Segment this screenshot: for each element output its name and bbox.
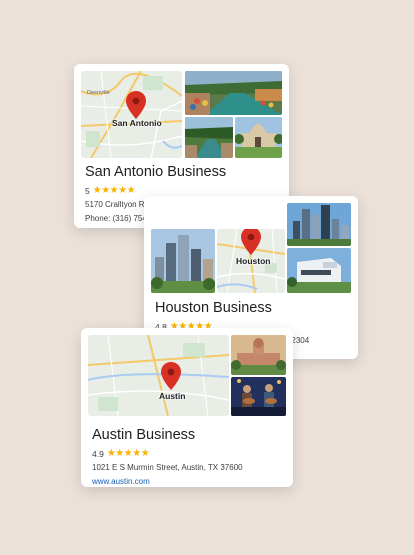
business-name[interactable]: San Antonio Business [85, 164, 289, 180]
musicians-image [231, 377, 286, 416]
business-name[interactable]: Austin Business [92, 427, 293, 443]
business-info: Austin Business 4.9 ★★★★★ 1021 E S Murmi… [92, 427, 293, 486]
towers-image [287, 203, 351, 246]
photo-river[interactable] [185, 117, 233, 158]
capitol-image [231, 335, 286, 375]
map-pin-icon [241, 229, 261, 255]
building-image [287, 248, 351, 293]
map-thumbnail[interactable]: Deenville San Antonio [81, 71, 182, 158]
rating-row: 5 ★★★★★ [85, 185, 289, 196]
alamo-image [235, 117, 282, 158]
map-pin-icon [161, 362, 181, 390]
map-thumbnail[interactable]: Austin [88, 335, 229, 416]
photo-riverwalk[interactable] [185, 71, 282, 115]
photo-houston-skyline[interactable] [151, 229, 215, 293]
star-rating-icon: ★★★★★ [92, 185, 136, 196]
skyline-image [151, 229, 215, 293]
map-town-label: Deenville [87, 90, 110, 96]
website-link[interactable]: www.austin.com [92, 477, 293, 486]
map-pin-icon [126, 91, 146, 119]
photo-alamo[interactable] [235, 117, 282, 158]
map-city-label: Austin [159, 391, 186, 401]
photo-capitol[interactable] [231, 335, 286, 375]
map-graphic [88, 335, 229, 416]
river-image [185, 117, 233, 158]
map-city-label: San Antonio [112, 118, 162, 128]
rating-row: 4.9 ★★★★★ [92, 448, 293, 459]
photo-houston-building[interactable] [287, 248, 351, 293]
star-rating-icon: ★★★★★ [106, 448, 150, 459]
riverwalk-image [185, 71, 282, 115]
map-city-label: Houston [236, 256, 271, 266]
business-name[interactable]: Houston Business [155, 300, 358, 316]
map-thumbnail[interactable]: Houston [217, 229, 285, 293]
rating-value: 5 [85, 185, 90, 196]
photo-musicians[interactable] [231, 377, 286, 416]
photo-houston-towers[interactable] [287, 203, 351, 246]
business-card-austin[interactable]: Austin Austin Business 4.9 ★★★★★ 1021 E … [81, 328, 293, 487]
rating-value: 4.9 [92, 448, 104, 459]
business-address: 1021 E S Murmin Street, Austin, TX 37600 [92, 463, 243, 472]
